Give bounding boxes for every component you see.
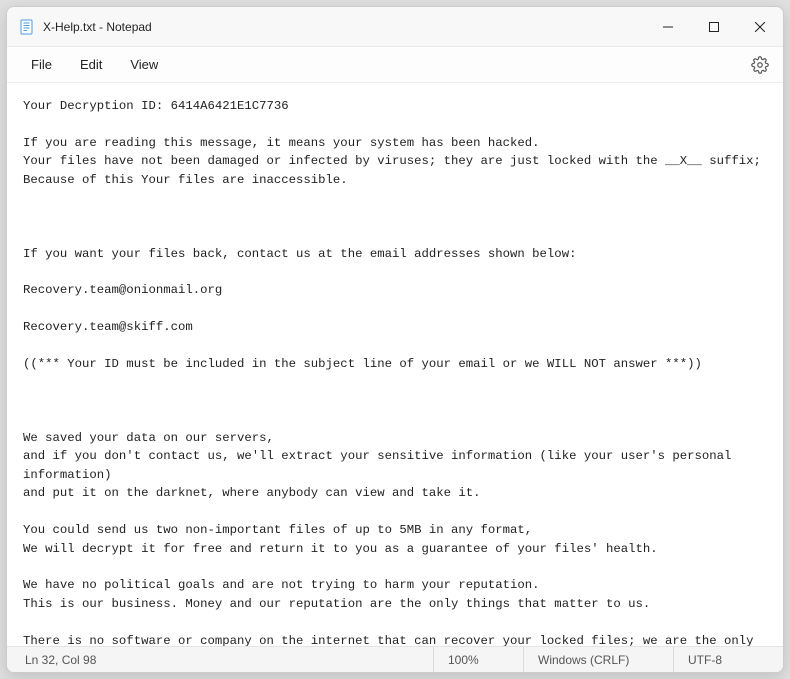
gear-icon[interactable] — [751, 56, 769, 74]
menu-file[interactable]: File — [17, 51, 66, 78]
notepad-icon — [19, 19, 35, 35]
status-line-ending: Windows (CRLF) — [523, 647, 673, 672]
menubar: File Edit View — [7, 47, 783, 83]
notepad-window: X-Help.txt - Notepad File Edit View Your… — [6, 6, 784, 673]
minimize-button[interactable] — [645, 7, 691, 46]
menu-view[interactable]: View — [116, 51, 172, 78]
status-encoding: UTF-8 — [673, 647, 783, 672]
window-controls — [645, 7, 783, 46]
text-area[interactable]: Your Decryption ID: 6414A6421E1C7736 If … — [7, 83, 783, 646]
close-button[interactable] — [737, 7, 783, 46]
menu-edit[interactable]: Edit — [66, 51, 116, 78]
titlebar-left: X-Help.txt - Notepad — [7, 19, 645, 35]
status-zoom: 100% — [433, 647, 523, 672]
titlebar: X-Help.txt - Notepad — [7, 7, 783, 47]
window-title: X-Help.txt - Notepad — [43, 20, 152, 34]
statusbar: Ln 32, Col 98 100% Windows (CRLF) UTF-8 — [7, 646, 783, 672]
maximize-button[interactable] — [691, 7, 737, 46]
status-position: Ln 32, Col 98 — [7, 647, 110, 672]
